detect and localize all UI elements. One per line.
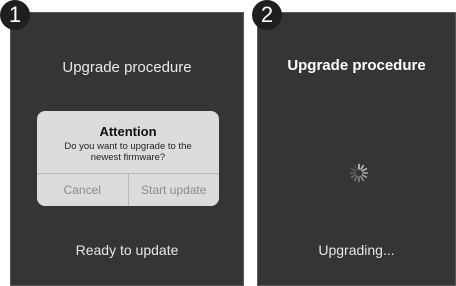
- cancel-button[interactable]: Cancel: [37, 174, 128, 206]
- dialog-message-line-1: Do you want to upgrade to the: [64, 141, 192, 152]
- dialog-message: Do you want to upgrade to the newest fir…: [45, 141, 211, 163]
- step-1-badge: 1: [0, 0, 30, 30]
- loading-spinner-icon: [349, 163, 369, 183]
- status-text: Ready to update: [75, 242, 179, 258]
- dialog-actions: Cancel Start update: [37, 173, 219, 206]
- start-update-button[interactable]: Start update: [127, 174, 220, 206]
- step-2-badge: 2: [252, 0, 282, 30]
- page-title: Upgrade procedure: [287, 57, 426, 74]
- status-text: Upgrading...: [318, 242, 395, 258]
- upgrade-screen-step-2: Upgrade procedure Upgrading...: [257, 12, 456, 286]
- page-title: Upgrade procedure: [62, 59, 192, 76]
- upgrade-screen-step-1: Upgrade procedure Attention Do you want …: [10, 12, 244, 286]
- dialog-message-line-2: newest firmware?: [90, 152, 166, 163]
- attention-dialog: Attention Do you want to upgrade to the …: [37, 111, 219, 206]
- dialog-title: Attention: [99, 124, 157, 139]
